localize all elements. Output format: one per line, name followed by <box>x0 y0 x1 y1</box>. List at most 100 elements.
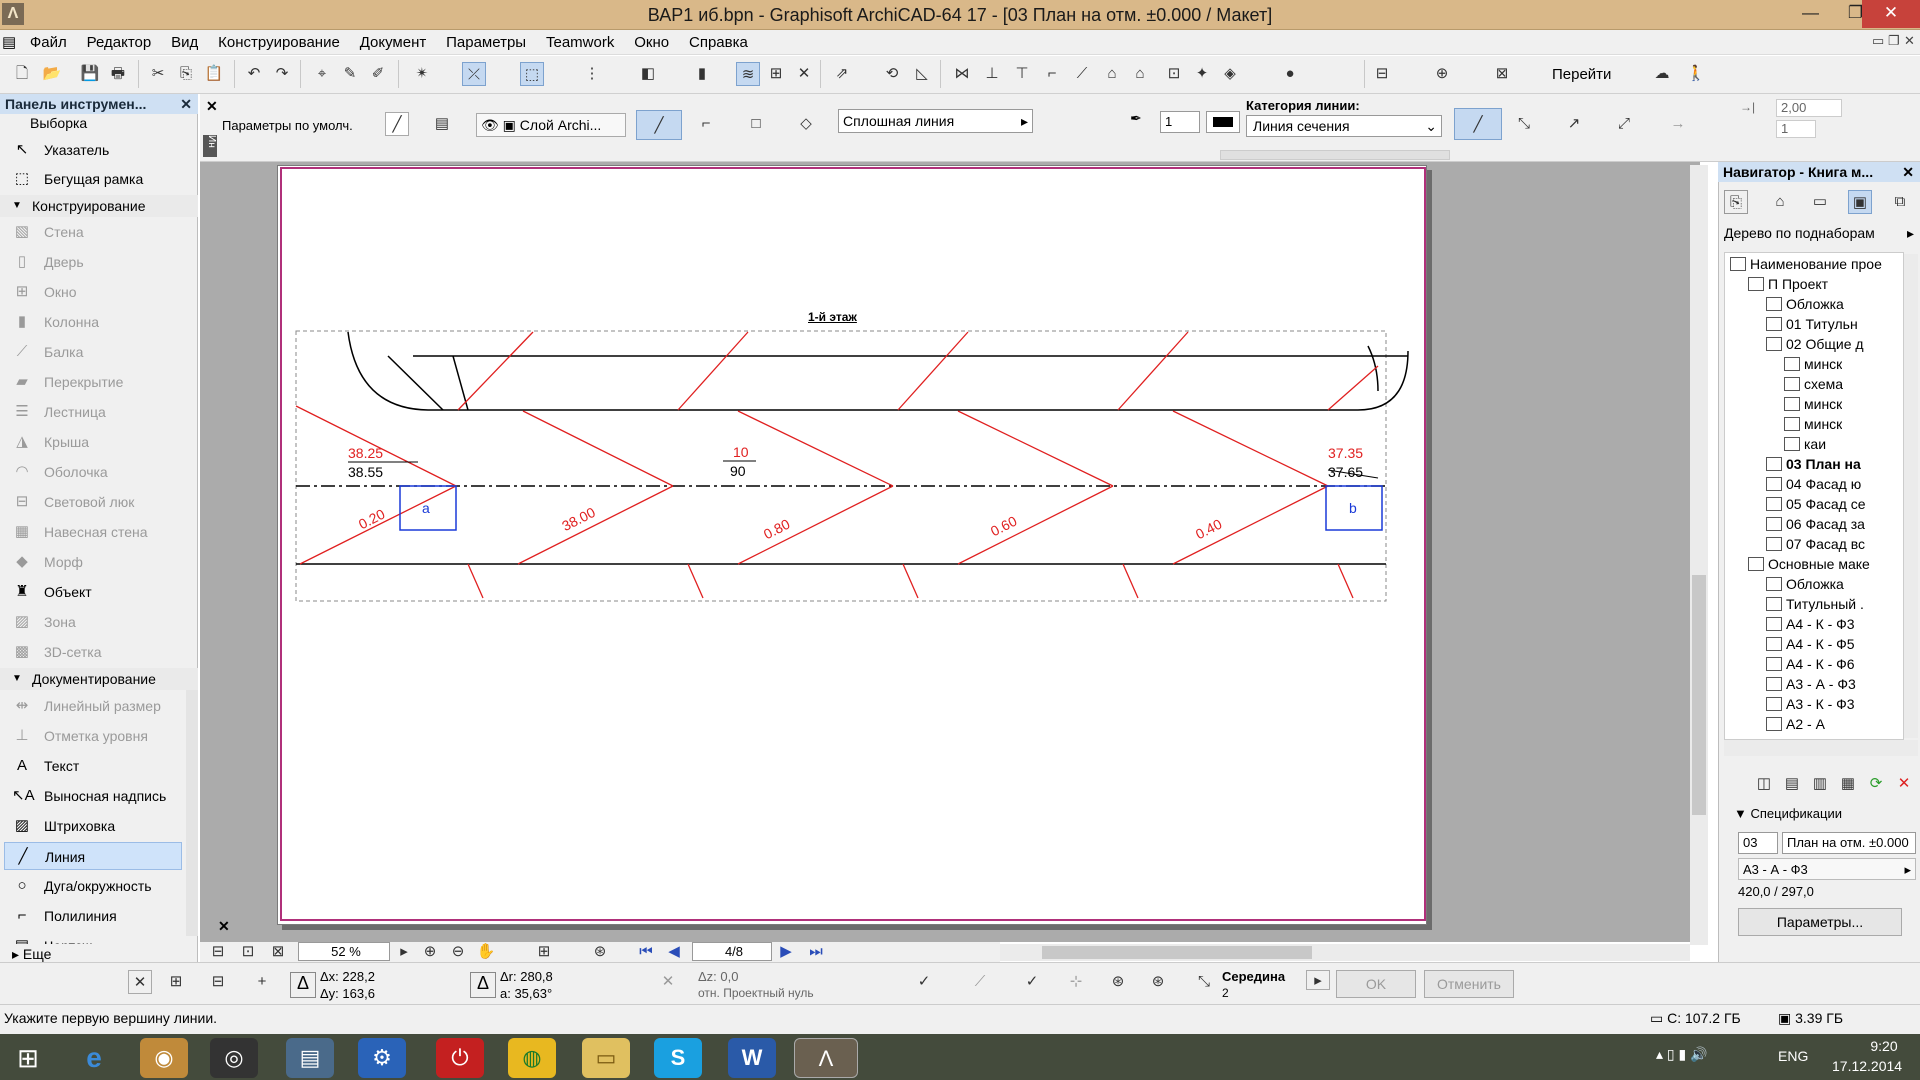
close-button[interactable]: ✕ <box>1862 0 1920 28</box>
hatch-icon[interactable]: ▤ <box>430 112 454 136</box>
undo-icon[interactable]: ↶ <box>242 62 266 86</box>
tool-doc-item[interactable]: ⇹ Линейный размер <box>4 692 182 720</box>
tree-item[interactable]: Титульный . <box>1766 594 1864 614</box>
specs-header[interactable]: ▼ Спецификации <box>1734 806 1842 821</box>
offset-icon[interactable]: ⟋ <box>1070 62 1094 86</box>
linetype-select[interactable]: Сплошная линия ▸ <box>838 109 1033 133</box>
tree-item[interactable]: А2 - А <box>1766 714 1825 734</box>
tool-doc-item[interactable]: ⊥ Отметка уровня <box>4 722 182 750</box>
tree-item[interactable]: А3 - К - Ф3 <box>1766 694 1855 714</box>
grid-icon[interactable]: ⊞ <box>164 970 188 994</box>
speaker-app-icon[interactable]: ◎ <box>210 1038 258 1078</box>
delta-y[interactable]: Δу: 163,6 <box>320 986 375 1001</box>
snap-points-icon[interactable]: ⊛ <box>1106 970 1130 994</box>
open-icon[interactable]: 📂 <box>40 62 64 86</box>
media-icon[interactable]: ◉ <box>140 1038 188 1078</box>
clock-date[interactable]: 17.12.2014 <box>1832 1058 1902 1074</box>
tool-design-item[interactable]: ▧ Стена <box>4 218 184 246</box>
arrow-start-icon[interactable]: ⤡ <box>1512 112 1536 136</box>
arrow-size-field[interactable]: 2,00 <box>1776 99 1842 117</box>
new-layout-icon[interactable]: ◫ <box>1752 772 1776 796</box>
line-category-select[interactable]: Линия сечения ⌄ <box>1246 115 1442 137</box>
tree-item[interactable]: А4 - К - Ф3 <box>1766 614 1855 634</box>
polyline-mode-icon[interactable]: ⌐ <box>694 112 718 136</box>
cancel-icon[interactable]: ✕ <box>792 62 816 86</box>
spec-number-field[interactable]: 03 <box>1738 832 1778 854</box>
copy-icon[interactable]: ⎘ <box>174 62 198 86</box>
arrow-both-icon[interactable]: ⤢ <box>1612 112 1636 136</box>
infobox-side-tab[interactable]: Ин <box>203 135 217 157</box>
tool-doc-item[interactable]: ╱ Линия <box>4 842 182 870</box>
word-icon[interactable]: W <box>728 1038 776 1078</box>
tree-item[interactable]: минск <box>1784 394 1842 414</box>
split-icon[interactable]: ⋈ <box>950 62 974 86</box>
line-geometry-icon[interactable]: ╱ <box>385 112 409 136</box>
grid-snap-icon[interactable]: ⋮ <box>580 62 604 86</box>
refresh-icon[interactable]: ⟳ <box>1864 772 1888 796</box>
tree-item[interactable]: 01 Титульн <box>1766 314 1858 334</box>
ok-button[interactable]: OK <box>1336 970 1416 998</box>
menu-edit[interactable]: Редактор <box>79 31 160 54</box>
archive-icon[interactable]: ▤ <box>286 1038 334 1078</box>
tree-item[interactable]: А4 - К - Ф6 <box>1766 654 1855 674</box>
more-tools[interactable]: ▸ Еще <box>12 946 51 963</box>
explode-icon[interactable]: ⌂ <box>1100 62 1124 86</box>
tool-design-item[interactable]: ▰ Перекрытие <box>4 368 184 396</box>
tool-doc-item[interactable]: A Текст <box>4 752 182 780</box>
view-icon[interactable]: ⊟ <box>1370 62 1394 86</box>
canvas-close-icon[interactable]: ✕ <box>218 918 230 935</box>
tool-pointer[interactable]: ↖ Указатель <box>4 136 184 164</box>
tool-design-item[interactable]: ◮ Крыша <box>4 428 184 456</box>
reference-level[interactable]: отн. Проектный нуль <box>698 986 814 1000</box>
clock-time[interactable]: 9:20 <box>1856 1038 1912 1054</box>
walk-icon[interactable]: 🚶 <box>1684 62 1708 86</box>
snap-guides-icon[interactable]: ⊛ <box>1146 970 1170 994</box>
new-icon[interactable]: 🗋 <box>10 62 34 86</box>
toolbox-scrollbar[interactable] <box>186 690 198 936</box>
delta-x[interactable]: Δх: 228,2 <box>320 969 375 984</box>
arrow-none-icon[interactable]: ╱ <box>1454 108 1502 140</box>
pan-icon[interactable]: ✋ <box>474 943 498 961</box>
tool-design-item[interactable]: ▮ Колонна <box>4 308 184 336</box>
snap-grid-icon[interactable]: ⊟ <box>206 970 230 994</box>
tree-item[interactable]: А4 - К - Ф5 <box>1766 634 1855 654</box>
tool-design-item[interactable]: ⊞ Окно <box>4 278 184 306</box>
snap-off-icon[interactable]: ⟋ <box>968 970 992 994</box>
next-page-icon[interactable]: ▶ <box>774 943 798 961</box>
tree-item[interactable]: 06 Фасад за <box>1766 514 1865 534</box>
skype-icon[interactable]: S <box>654 1038 702 1078</box>
zoom-preview-icon[interactable]: ⊡ <box>236 943 260 961</box>
layer-selector[interactable]: 👁 ▣ Слой Archi... <box>476 113 626 137</box>
tree-hscrollbar[interactable] <box>1724 740 1918 756</box>
magic-wand-icon[interactable]: ✴ <box>410 62 434 86</box>
archicad-task-icon[interactable]: Λ <box>794 1038 858 1078</box>
pen-icon[interactable]: ▮ <box>690 62 714 86</box>
divide-icon[interactable]: ⤡ <box>1192 970 1216 994</box>
delete-icon[interactable]: ✕ <box>1892 772 1916 796</box>
menu-options[interactable]: Параметры <box>438 31 534 54</box>
selection-mode-icon[interactable]: ⬚ <box>520 62 544 86</box>
find-select-icon[interactable]: ⌖ <box>310 62 334 86</box>
pen-color-swatch[interactable] <box>1206 111 1240 133</box>
tool-design-item[interactable]: ▯ Дверь <box>4 248 184 276</box>
fillet-icon[interactable]: ⌐ <box>1040 62 1064 86</box>
relative-construct-icon[interactable]: ✕ <box>128 970 152 994</box>
mirror-icon[interactable]: ◺ <box>910 62 934 86</box>
check-icon[interactable]: ✓ <box>1020 970 1044 994</box>
inject-icon[interactable]: ✐ <box>366 62 390 86</box>
tool-doc-item[interactable]: ⌐ Полилиния <box>4 902 182 930</box>
teamwork-icon[interactable]: ☁ <box>1650 62 1674 86</box>
zoom-back-icon[interactable]: ⊛ <box>588 943 612 961</box>
trace-icon[interactable]: ≋ <box>736 62 760 86</box>
intersect-icon[interactable]: ⊤ <box>1010 62 1034 86</box>
tool-design-item[interactable]: ☰ Лестница <box>4 398 184 426</box>
canvas-vscrollbar[interactable] <box>1690 165 1708 945</box>
marker-icon[interactable]: ✦ <box>1190 62 1214 86</box>
tree-item[interactable]: минск <box>1784 354 1842 374</box>
menu-window[interactable]: Окно <box>626 31 677 54</box>
menu-design[interactable]: Конструирование <box>210 31 348 54</box>
zoom-menu-icon[interactable]: ▸ <box>392 943 416 961</box>
tool-design-item[interactable]: ♜ Объект <box>4 578 184 606</box>
mdi-restore-icon[interactable]: ▭ <box>1872 33 1884 49</box>
tool-doc-item[interactable]: ▨ Штриховка <box>4 812 182 840</box>
